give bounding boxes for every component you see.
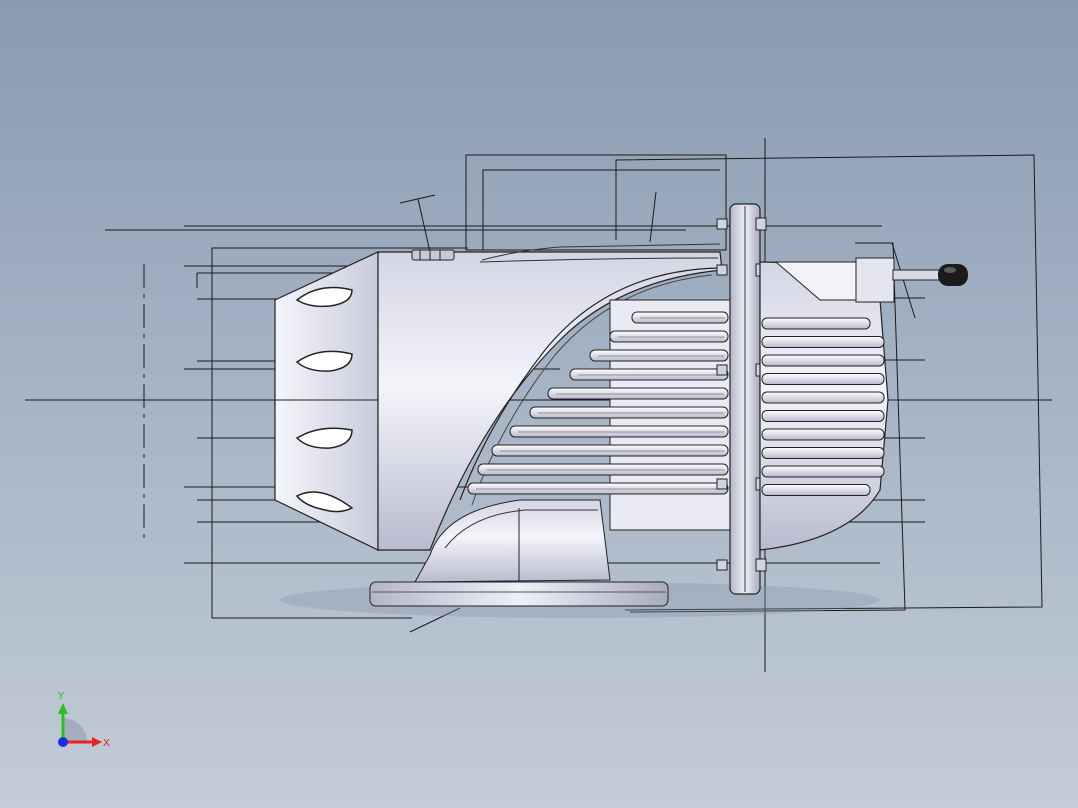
inlet-cap [274, 251, 379, 551]
piston-fin [547, 387, 729, 400]
model-view[interactable]: Y X [0, 0, 1078, 808]
housing-fin [761, 465, 885, 478]
flange-nut [716, 364, 728, 376]
piston-fin [509, 425, 729, 438]
piston-fin [529, 406, 729, 419]
flange-nut [716, 478, 728, 490]
piston-fin [491, 444, 729, 457]
housing-fin [761, 484, 871, 496]
flange-nut [716, 559, 728, 571]
actuator-housing [759, 257, 895, 551]
axis-triad: Y X [57, 691, 110, 749]
flange-nut [716, 264, 728, 276]
x-axis-label: X [103, 738, 110, 749]
piston-fin [631, 311, 729, 324]
piston-fin [467, 482, 729, 495]
piston-fin [569, 368, 729, 381]
cad-viewport[interactable]: Y X [0, 0, 1078, 808]
piston-fin [609, 330, 729, 343]
housing-fin [761, 317, 871, 330]
housing-fin [761, 410, 885, 422]
housing-fin [761, 447, 885, 459]
housing-fin [761, 391, 885, 404]
flange-bolt [755, 217, 767, 231]
housing-fin [761, 428, 885, 441]
housing-fin [761, 373, 885, 385]
flange-nut [716, 218, 728, 230]
flange-bolt [755, 558, 767, 572]
y-axis-label: Y [57, 691, 65, 702]
piston-fin [589, 349, 729, 362]
piston-fin [477, 463, 729, 476]
housing-fin [761, 336, 885, 348]
housing-fin [761, 354, 885, 367]
